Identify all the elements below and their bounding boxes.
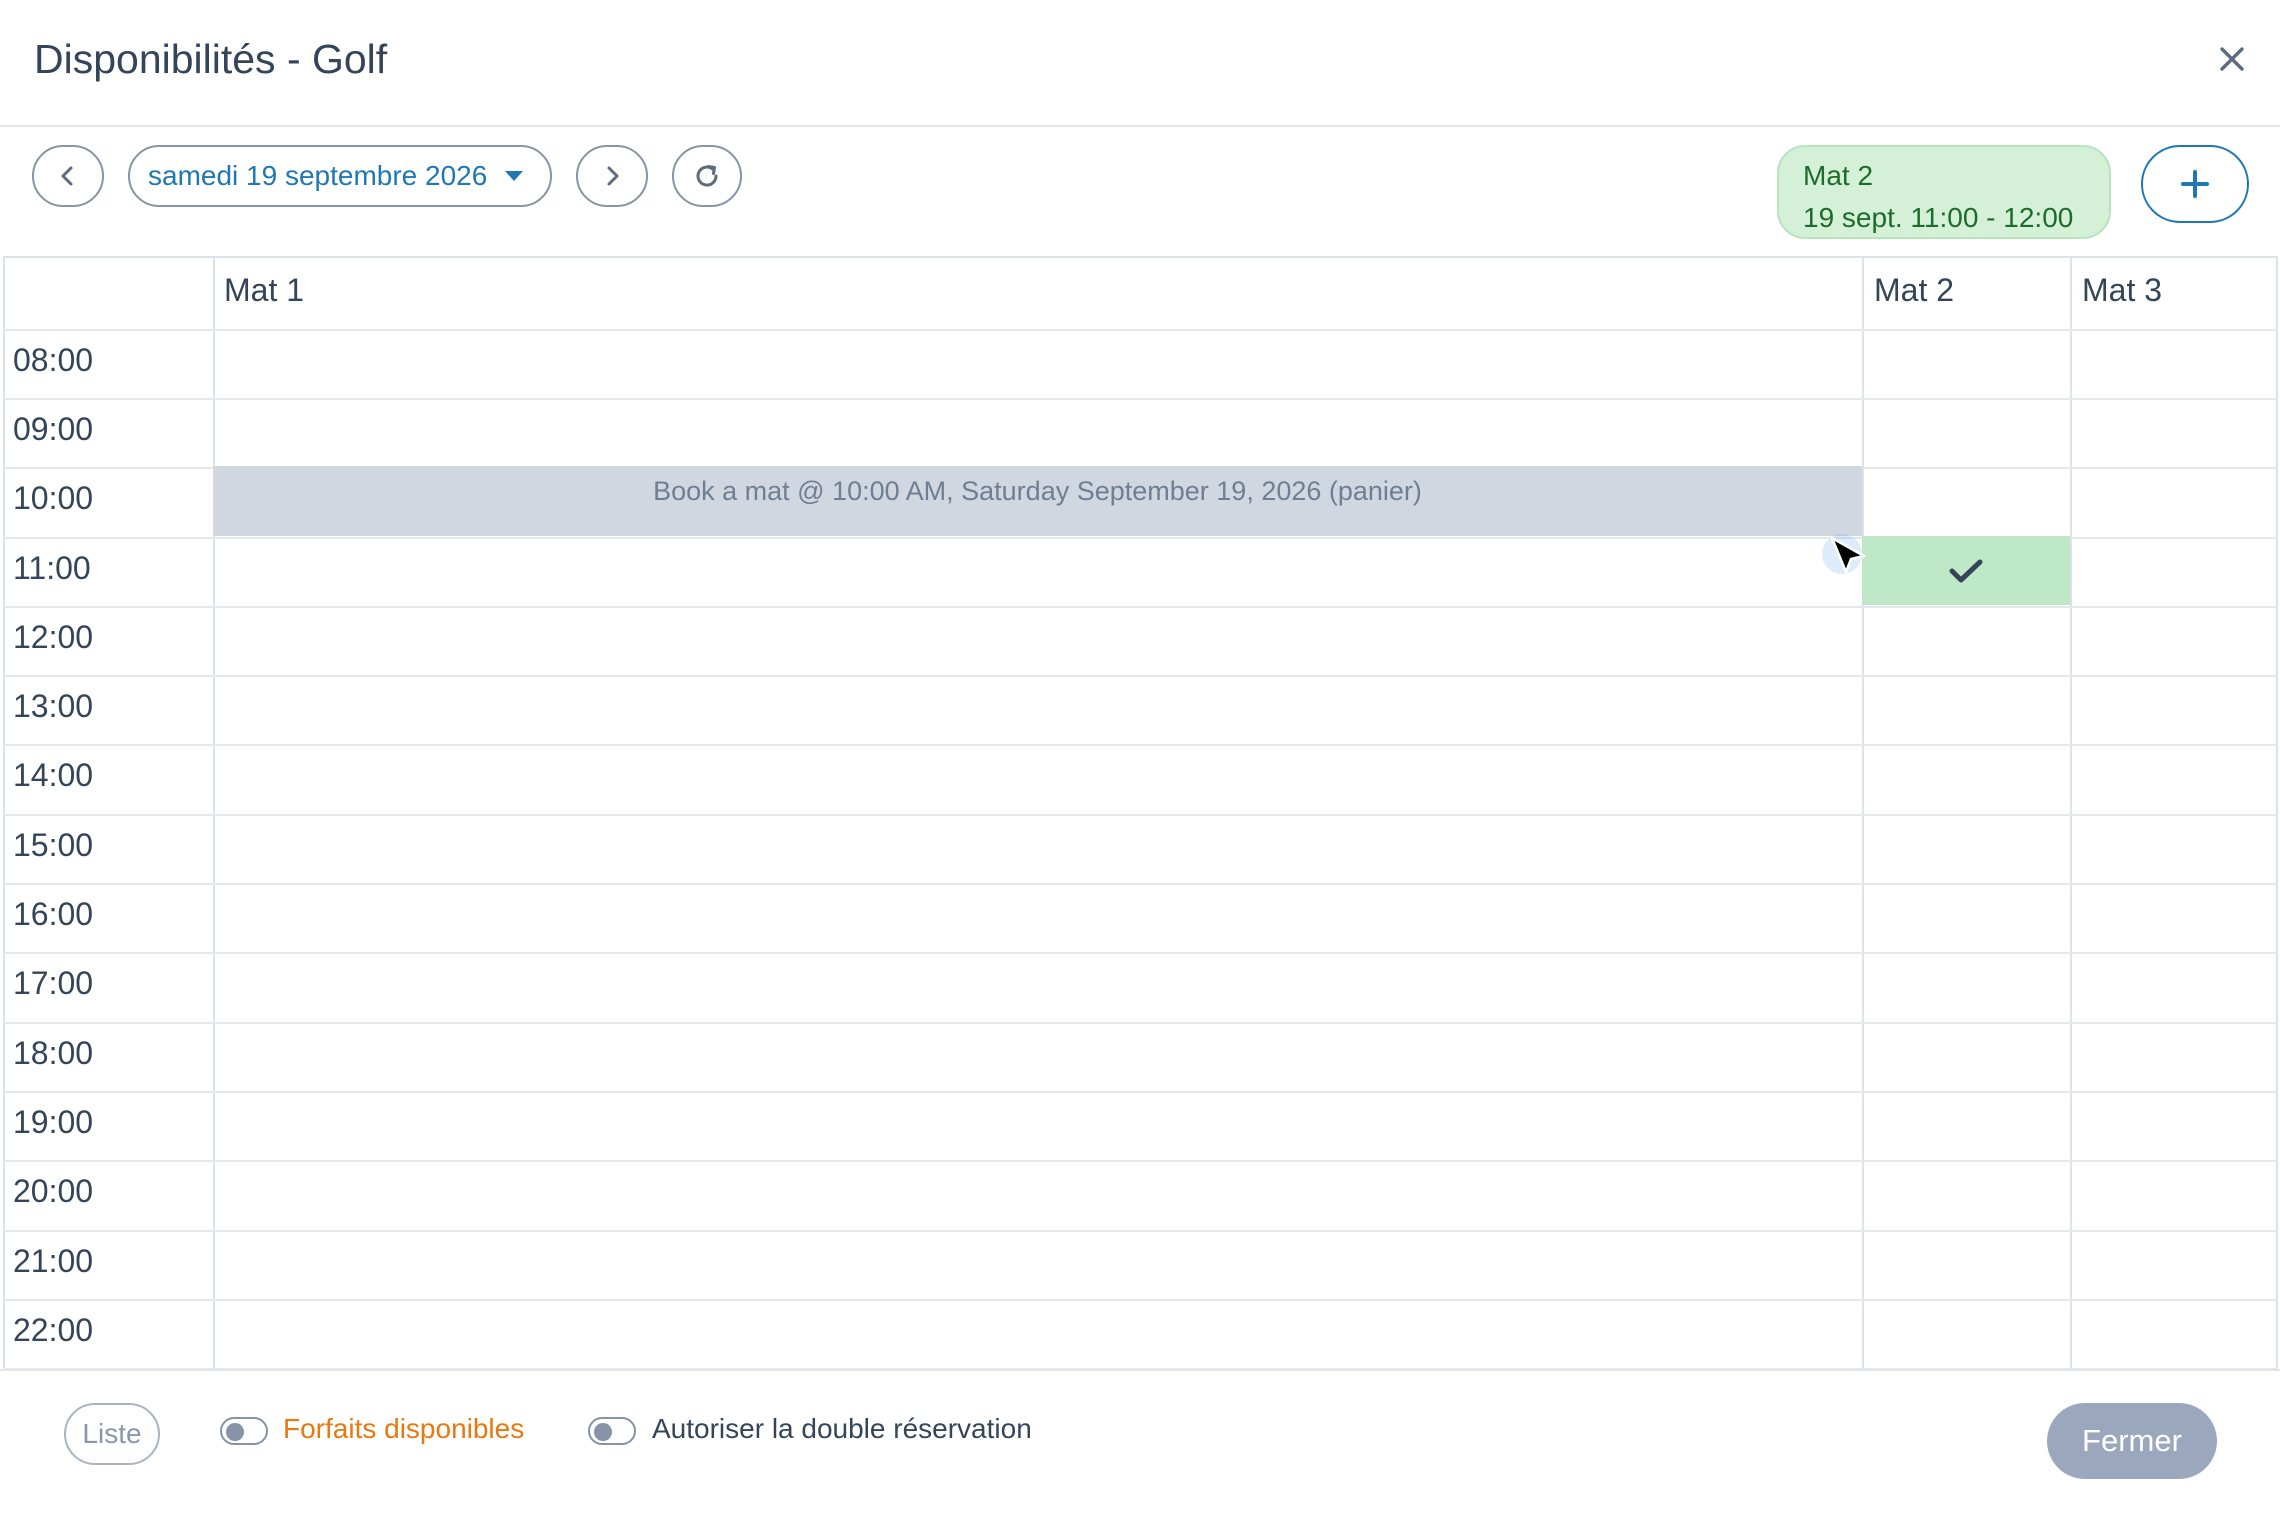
- selected-slot-resource: Mat 2: [1803, 160, 1874, 191]
- dialog-title: Disponibilités - Golf: [34, 36, 388, 82]
- plus-icon: [2181, 170, 2209, 198]
- time-label: 13:00: [13, 688, 94, 724]
- chevron-right-icon: [607, 166, 619, 186]
- time-label: 18:00: [13, 1035, 94, 1071]
- time-label: 15:00: [13, 827, 94, 863]
- forfaits-toggle[interactable]: [220, 1417, 268, 1445]
- toggle-knob: [594, 1423, 612, 1441]
- selected-slot-cell[interactable]: [1862, 536, 2070, 605]
- row-line: [3, 675, 2278, 677]
- refresh-button[interactable]: [672, 145, 742, 207]
- check-icon: [1949, 559, 1983, 582]
- selected-slot-pill[interactable]: Mat 2 19 sept. 11:00 - 12:00: [1777, 145, 2111, 239]
- time-label: 09:00: [13, 411, 94, 447]
- list-view-button[interactable]: Liste: [64, 1403, 160, 1465]
- time-label: 21:00: [13, 1243, 94, 1279]
- row-line: [3, 1091, 2278, 1093]
- row-line: [3, 814, 2278, 816]
- time-label: 16:00: [13, 896, 94, 932]
- time-label: 22:00: [13, 1312, 94, 1348]
- row-line: [3, 1299, 2278, 1301]
- row-line: [3, 1022, 2278, 1024]
- date-picker-select[interactable]: samedi 19 septembre 2026: [128, 145, 552, 207]
- row-line: [3, 952, 2278, 954]
- header-row-line: [3, 329, 2278, 331]
- close-icon: [2220, 47, 2244, 71]
- toggle-knob: [226, 1423, 244, 1441]
- forfaits-label: Forfaits disponibles: [283, 1413, 525, 1444]
- date-label: samedi 19 septembre 2026: [148, 160, 488, 191]
- refresh-icon: [696, 165, 718, 187]
- close-dialog-button[interactable]: Fermer: [2047, 1403, 2217, 1479]
- time-label: 17:00: [13, 965, 94, 1001]
- booking-event-label: Book a mat @ 10:00 AM, Saturday Septembe…: [653, 476, 1422, 506]
- time-label: 19:00: [13, 1104, 94, 1140]
- column-header-mat-1: Mat 1: [224, 272, 305, 308]
- next-day-button[interactable]: [576, 145, 648, 207]
- time-label: 20:00: [13, 1173, 94, 1209]
- double-booking-label: Autoriser la double réservation: [652, 1413, 1032, 1444]
- footer-divider: [0, 1369, 2280, 1371]
- row-line: [3, 883, 2278, 885]
- time-label: 12:00: [13, 619, 94, 655]
- time-label: 08:00: [13, 342, 94, 378]
- row-line: [3, 744, 2278, 746]
- previous-day-button[interactable]: [32, 145, 104, 207]
- mouse-cursor-icon: [1822, 534, 1866, 574]
- row-line: [3, 606, 2278, 608]
- chevron-left-icon: [61, 166, 73, 186]
- close-button[interactable]: [2206, 30, 2258, 88]
- booking-event[interactable]: Book a mat @ 10:00 AM, Saturday Septembe…: [213, 466, 1862, 536]
- time-label: 10:00: [13, 480, 94, 516]
- double-booking-toggle[interactable]: [588, 1417, 636, 1445]
- availability-grid: Mat 1 Mat 2 Mat 3 08:00 09:00 10:00 11:0…: [3, 256, 2278, 1370]
- row-line: [3, 1160, 2278, 1162]
- column-header-mat-2: Mat 2: [1874, 272, 1955, 308]
- caret-down-icon: [505, 171, 524, 181]
- selected-slot-time: 19 sept. 11:00 - 12:00: [1803, 202, 2074, 233]
- header-divider: [0, 125, 2280, 127]
- time-label: 11:00: [13, 550, 91, 586]
- time-label: 14:00: [13, 757, 94, 793]
- column-header-mat-3: Mat 3: [2082, 272, 2163, 308]
- add-button[interactable]: [2141, 145, 2249, 223]
- row-line: [3, 398, 2278, 400]
- row-line: [3, 1230, 2278, 1232]
